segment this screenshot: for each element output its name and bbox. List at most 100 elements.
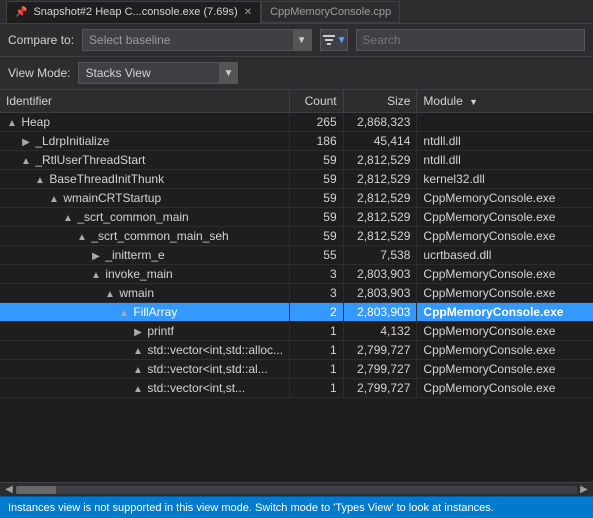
collapse-icon[interactable]: ▲ <box>104 289 116 300</box>
cell-identifier: ▲ _RtlUserThreadStart <box>0 151 290 170</box>
cell-count: 55 <box>290 246 344 265</box>
view-mode-select[interactable]: Stacks View ▼ <box>78 62 238 84</box>
collapse-icon[interactable]: ▲ <box>118 308 130 319</box>
identifier-name: _RtlUserThreadStart <box>32 153 145 167</box>
cell-module: CppMemoryConsole.exe <box>417 265 593 284</box>
filter-button[interactable]: ▼ <box>320 29 348 51</box>
collapse-icon[interactable]: ▲ <box>132 365 144 376</box>
table-row[interactable]: ▲ wmain32,803,903CppMemoryConsole.exe <box>0 284 593 303</box>
table-row[interactable]: ▲ std::vector<int,std::al...12,799,727Cp… <box>0 360 593 379</box>
cell-module: ntdll.dll <box>417 132 593 151</box>
table-row[interactable]: ▶ _LdrpInitialize18645,414ntdll.dll <box>0 132 593 151</box>
cell-size: 2,812,529 <box>343 151 417 170</box>
cell-module: CppMemoryConsole.exe <box>417 303 593 322</box>
cell-count: 2 <box>290 303 344 322</box>
expand-icon[interactable]: ▶ <box>20 137 32 148</box>
table-row[interactable]: ▲ BaseThreadInitThunk592,812,529kernel32… <box>0 170 593 189</box>
baseline-placeholder: Select baseline <box>89 33 292 47</box>
cell-identifier: ▲ _scrt_common_main <box>0 208 290 227</box>
cell-identifier: ▲ FillArray <box>0 303 290 322</box>
filter-icon <box>321 32 337 48</box>
compare-label: Compare to: <box>8 33 74 47</box>
table-row[interactable]: ▲ _scrt_common_main592,812,529CppMemoryC… <box>0 208 593 227</box>
cell-identifier: ▶ _initterm_e <box>0 246 290 265</box>
cell-module: CppMemoryConsole.exe <box>417 208 593 227</box>
cell-size: 2,799,727 <box>343 360 417 379</box>
cell-module: CppMemoryConsole.exe <box>417 379 593 398</box>
collapse-icon[interactable]: ▲ <box>132 346 144 357</box>
cell-size: 2,799,727 <box>343 379 417 398</box>
table-row[interactable]: ▲ Heap2652,868,323 <box>0 113 593 132</box>
collapse-icon[interactable]: ▲ <box>62 213 74 224</box>
view-mode-dropdown-arrow[interactable]: ▼ <box>219 62 237 84</box>
cpp-tab-label: CppMemoryConsole.cpp <box>270 6 391 18</box>
cell-module <box>417 113 593 132</box>
heap-table: Identifier Count Size Module ▼ ▲ Heap265… <box>0 90 593 398</box>
view-mode-value: Stacks View <box>85 66 219 80</box>
search-input[interactable] <box>363 33 578 47</box>
cell-identifier: ▲ _scrt_common_main_seh <box>0 227 290 246</box>
collapse-icon[interactable]: ▲ <box>90 270 102 281</box>
table-row[interactable]: ▲ wmainCRTStartup592,812,529CppMemoryCon… <box>0 189 593 208</box>
cell-count: 1 <box>290 360 344 379</box>
snapshot-tab-close[interactable]: ✕ <box>244 7 252 18</box>
main-content: Compare to: Select baseline ▼ ▼ View Mod… <box>0 24 593 518</box>
compare-toolbar: Compare to: Select baseline ▼ ▼ <box>0 24 593 57</box>
identifier-name: _scrt_common_main <box>74 210 189 224</box>
snapshot-tab[interactable]: 📌 Snapshot#2 Heap C...console.exe (7.69s… <box>6 1 261 23</box>
cell-count: 59 <box>290 227 344 246</box>
collapse-icon[interactable]: ▲ <box>48 194 60 205</box>
identifier-name: wmain <box>116 286 154 300</box>
baseline-dropdown-arrow[interactable]: ▼ <box>293 29 311 51</box>
baseline-select[interactable]: Select baseline ▼ <box>82 29 311 51</box>
search-box[interactable] <box>356 29 585 51</box>
cell-identifier: ▲ wmain <box>0 284 290 303</box>
cell-count: 59 <box>290 151 344 170</box>
table-row[interactable]: ▲ _RtlUserThreadStart592,812,529ntdll.dl… <box>0 151 593 170</box>
scrollbar-track[interactable] <box>16 486 577 494</box>
col-count: Count <box>290 90 344 113</box>
col-identifier: Identifier <box>0 90 290 113</box>
table-row[interactable]: ▶ printf14,132CppMemoryConsole.exe <box>0 322 593 341</box>
scroll-right-arrow[interactable]: ▶ <box>577 483 591 497</box>
collapse-icon[interactable]: ▲ <box>34 175 46 186</box>
table-row[interactable]: ▲ FillArray22,803,903CppMemoryConsole.ex… <box>0 303 593 322</box>
cell-size: 2,803,903 <box>343 265 417 284</box>
cell-identifier: ▶ printf <box>0 322 290 341</box>
cell-count: 1 <box>290 379 344 398</box>
cell-identifier: ▲ wmainCRTStartup <box>0 189 290 208</box>
status-bar: Instances view is not supported in this … <box>0 496 593 518</box>
scroll-left-arrow[interactable]: ◀ <box>2 483 16 497</box>
table-row[interactable]: ▶ _initterm_e557,538ucrtbased.dll <box>0 246 593 265</box>
cell-module: kernel32.dll <box>417 170 593 189</box>
cell-size: 2,803,903 <box>343 284 417 303</box>
cell-size: 2,812,529 <box>343 189 417 208</box>
collapse-icon[interactable]: ▲ <box>20 156 32 167</box>
collapse-icon[interactable]: ▲ <box>76 232 88 243</box>
identifier-name: invoke_main <box>102 267 173 281</box>
cell-size: 2,812,529 <box>343 208 417 227</box>
scrollbar-thumb[interactable] <box>16 486 56 494</box>
cell-module: CppMemoryConsole.exe <box>417 341 593 360</box>
cell-count: 265 <box>290 113 344 132</box>
table-row[interactable]: ▲ std::vector<int,std::alloc...12,799,72… <box>0 341 593 360</box>
table-scroll-area[interactable]: Identifier Count Size Module ▼ ▲ Heap265… <box>0 90 593 482</box>
cpp-file-tab[interactable]: CppMemoryConsole.cpp <box>261 1 400 23</box>
col-module[interactable]: Module ▼ <box>417 90 593 113</box>
view-mode-label: View Mode: <box>8 66 70 80</box>
table-row[interactable]: ▲ invoke_main32,803,903CppMemoryConsole.… <box>0 265 593 284</box>
identifier-name: std::vector<int,std::alloc... <box>144 343 283 357</box>
table-row[interactable]: ▲ _scrt_common_main_seh592,812,529CppMem… <box>0 227 593 246</box>
cell-count: 3 <box>290 284 344 303</box>
cell-size: 2,812,529 <box>343 170 417 189</box>
cell-identifier: ▲ BaseThreadInitThunk <box>0 170 290 189</box>
table-body: ▲ Heap2652,868,323▶ _LdrpInitialize18645… <box>0 113 593 398</box>
collapse-icon[interactable]: ▲ <box>132 384 144 395</box>
collapse-icon[interactable]: ▲ <box>6 118 18 129</box>
expand-icon[interactable]: ▶ <box>90 251 102 262</box>
expand-icon[interactable]: ▶ <box>132 327 144 338</box>
identifier-name: wmainCRTStartup <box>60 191 161 205</box>
view-mode-row: View Mode: Stacks View ▼ <box>0 57 593 90</box>
horizontal-scrollbar[interactable]: ◀ ▶ <box>0 482 593 496</box>
table-row[interactable]: ▲ std::vector<int,st...12,799,727CppMemo… <box>0 379 593 398</box>
